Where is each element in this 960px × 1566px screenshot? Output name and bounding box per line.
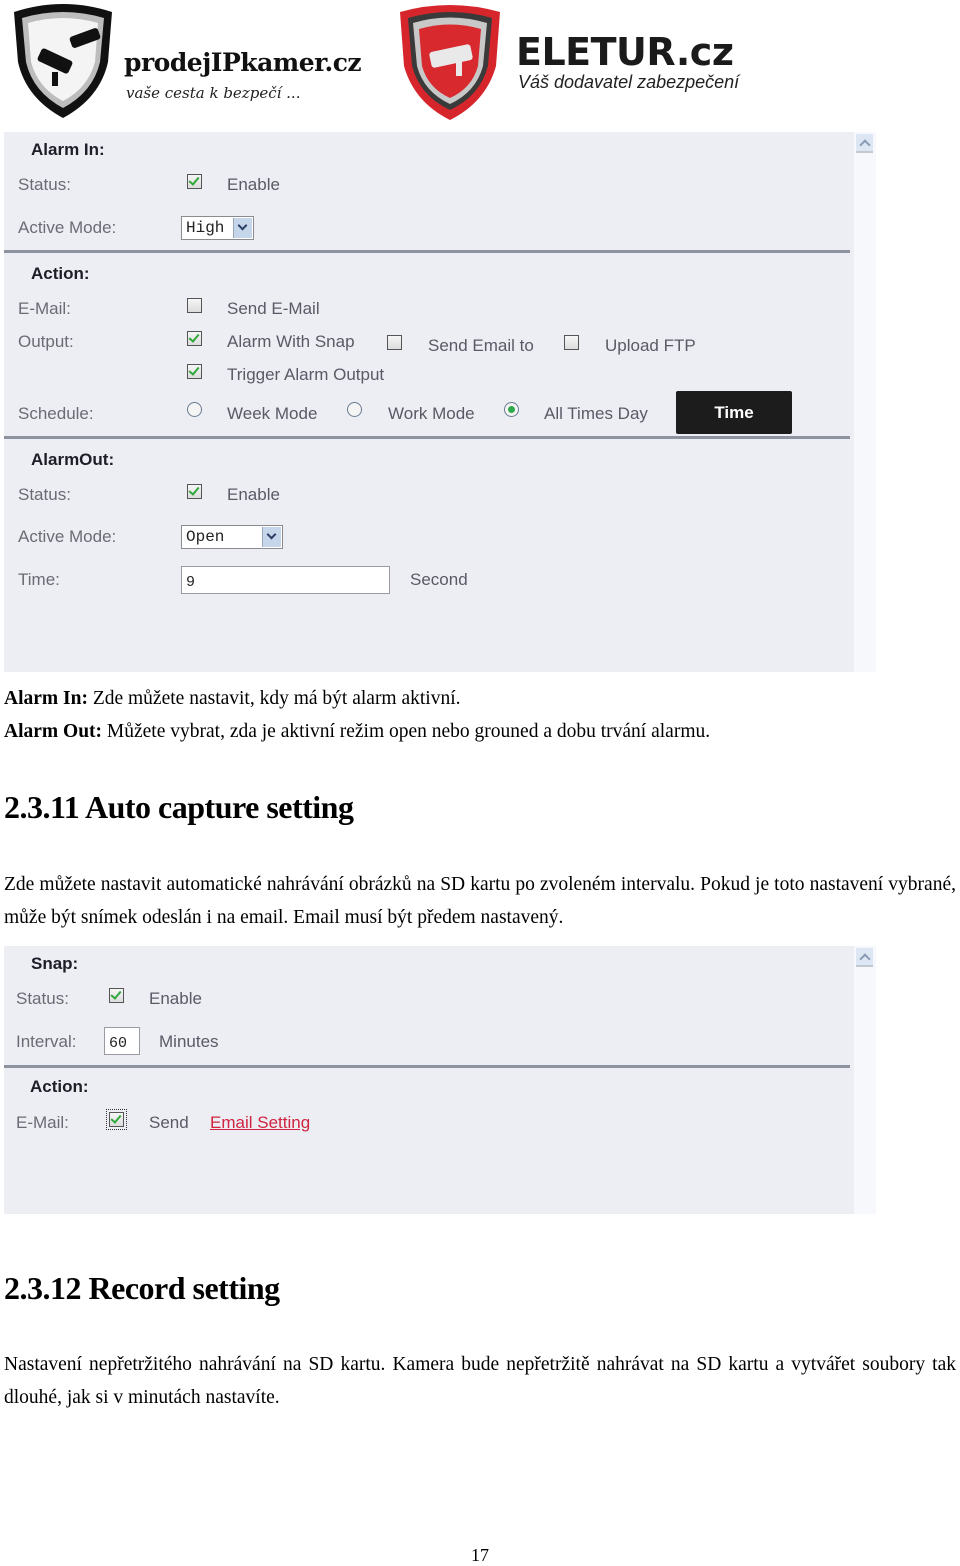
send-email-to-checkbox[interactable]	[387, 335, 402, 350]
section-divider	[4, 1065, 850, 1068]
alarm-in-enable-checkbox[interactable]	[187, 174, 202, 189]
week-mode-label: Week Mode	[227, 404, 318, 423]
snap-email-label: E-Mail:	[16, 1113, 69, 1132]
scroll-up-icon[interactable]	[856, 134, 873, 153]
alarm-out-active-mode-select[interactable]: Open	[181, 525, 283, 549]
scrollbar[interactable]	[854, 132, 876, 672]
week-mode-radio[interactable]	[187, 402, 202, 417]
chevron-down-icon[interactable]	[262, 527, 281, 547]
alarm-out-time-input[interactable]	[181, 566, 390, 594]
schedule-label: Schedule:	[18, 404, 94, 423]
alarm-in-status-label: Status:	[18, 175, 71, 194]
work-mode-radio[interactable]	[347, 402, 362, 417]
action-title: Action:	[31, 264, 90, 283]
alarm-settings-panel: Alarm In: Status: Enable Active Mode: Hi…	[4, 132, 876, 672]
alarm-out-active-mode-value: Open	[186, 528, 225, 546]
scroll-up-icon[interactable]	[856, 948, 873, 967]
upload-ftp-label: Upload FTP	[605, 336, 696, 355]
alarm-out-active-mode-label: Active Mode:	[18, 527, 117, 546]
snap-status-label: Status:	[16, 989, 69, 1008]
alarm-in-active-mode-value: High	[186, 219, 225, 237]
alarm-out-enable-checkbox[interactable]	[187, 484, 202, 499]
record-paragraph: Nastavení nepřetržitého nahrávání na SD …	[4, 1354, 956, 1408]
brand-name-eletur: ELETUR.cz	[516, 30, 734, 74]
alarm-in-enable-label: Enable	[227, 175, 280, 194]
email-setting-link[interactable]: Email Setting	[210, 1113, 310, 1133]
eletur-shield-logo-icon	[400, 5, 500, 120]
brand-name-prodejipkamer: prodejIPkamer.cz	[124, 48, 362, 77]
alarm-in-active-mode-label: Active Mode:	[18, 218, 117, 237]
trigger-alarm-output-checkbox[interactable]	[187, 364, 202, 379]
all-times-day-radio[interactable]	[504, 402, 519, 417]
trigger-alarm-output-label: Trigger Alarm Output	[227, 365, 385, 384]
email-label: E-Mail:	[18, 299, 71, 318]
section-heading-auto-capture: 2.3.11 Auto capture setting	[4, 789, 354, 825]
alarm-in-description: Alarm In: Zde můžete nastavit, kdy má bý…	[4, 682, 461, 715]
interval-unit: Minutes	[159, 1032, 219, 1051]
section-divider	[4, 436, 850, 439]
alarm-out-description-term: Alarm Out:	[4, 721, 103, 742]
send-email-to-label: Send Email to	[428, 336, 534, 355]
brand-tagline-eletur: Váš dodavatel zabezpečení	[518, 72, 740, 92]
section-heading-record: 2.3.12 Record setting	[4, 1270, 280, 1306]
alarm-out-description: Alarm Out: Můžete vybrat, zda je aktivní…	[4, 715, 710, 748]
send-email-label: Send E-Mail	[227, 299, 320, 318]
page-number: 17	[471, 1545, 489, 1565]
alarm-out-time-label: Time:	[18, 570, 60, 589]
alarm-out-title: AlarmOut:	[31, 450, 115, 469]
snap-send-checkbox[interactable]	[106, 1109, 127, 1130]
alarm-out-enable-label: Enable	[227, 485, 280, 504]
section-divider	[4, 250, 850, 253]
auto-capture-paragraph: Zde můžete nastavit automatické nahráván…	[4, 874, 956, 928]
scrollbar[interactable]	[854, 946, 876, 1214]
alarm-in-description-text: Zde můžete nastavit, kdy má být alarm ak…	[87, 688, 461, 709]
brand-tagline-prodejipkamer: vaše cesta k bezpečí ...	[126, 84, 301, 102]
alarm-in-active-mode-select[interactable]: High	[181, 216, 254, 240]
chevron-down-icon[interactable]	[233, 218, 252, 238]
output-label: Output:	[18, 332, 74, 351]
interval-input[interactable]	[104, 1027, 140, 1055]
alarm-out-time-unit: Second	[410, 570, 468, 589]
alarm-in-title: Alarm In:	[31, 140, 105, 159]
alarm-out-description-text: Můžete vybrat, zda je aktivní režim open…	[102, 721, 711, 742]
snap-title: Snap:	[31, 954, 79, 973]
alarm-with-snap-checkbox[interactable]	[187, 331, 202, 346]
snap-enable-checkbox[interactable]	[109, 988, 124, 1003]
alarm-in-description-term: Alarm In:	[4, 688, 88, 709]
snap-settings-panel: Snap: Status: Enable Interval: Minutes A…	[4, 946, 876, 1214]
work-mode-label: Work Mode	[388, 404, 475, 423]
snap-enable-label: Enable	[149, 989, 202, 1008]
interval-label: Interval:	[16, 1032, 77, 1051]
time-button[interactable]: Time	[676, 391, 792, 434]
upload-ftp-checkbox[interactable]	[564, 335, 579, 350]
prodejipkamer-shield-logo-icon	[14, 4, 112, 118]
all-times-day-label: All Times Day	[544, 404, 648, 423]
send-email-checkbox[interactable]	[187, 298, 202, 313]
alarm-out-status-label: Status:	[18, 485, 71, 504]
snap-action-title: Action:	[30, 1077, 89, 1096]
snap-send-label: Send	[149, 1113, 189, 1132]
alarm-with-snap-label: Alarm With Snap	[227, 332, 355, 351]
